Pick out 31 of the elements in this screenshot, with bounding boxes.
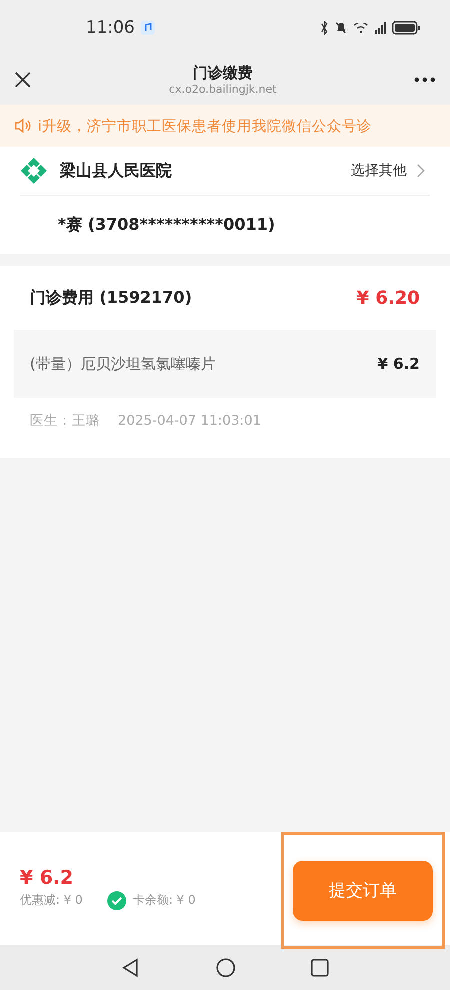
muted-bell-icon [335, 22, 347, 34]
wifi-icon [353, 22, 369, 32]
card-balance-text: 卡余额: ¥ 0 [132, 892, 196, 909]
bluetooth-icon [321, 20, 329, 34]
checkbox[interactable] [106, 890, 127, 910]
patient-info: *赛 (3708**********0011) [57, 214, 276, 236]
battery-icon [392, 20, 420, 34]
item-price: ¥ 6.2 [378, 355, 420, 373]
choose-other-link[interactable]: 选择其他 [351, 162, 430, 180]
total-amount: ¥ 6.2 [20, 866, 74, 888]
close-icon[interactable] [14, 71, 32, 89]
signal-icon [375, 22, 386, 34]
page-title: 门诊缴费 [193, 64, 253, 83]
discount-text: 优惠减: ¥ 0 [20, 892, 83, 909]
home-icon[interactable] [216, 958, 236, 978]
notice-text: i升级，济宁市职工医保患者使用我院微信公众号诊 [38, 118, 372, 136]
doctor-name: 医生：王璐 [30, 412, 100, 430]
music-app-icon [141, 20, 155, 34]
speaker-icon [14, 118, 32, 134]
chevron-right-icon [417, 164, 426, 178]
page-url: cx.o2o.bailingjk.net [169, 83, 277, 96]
visit-time: 2025-04-07 11:03:01 [118, 413, 262, 429]
fee-title: 门诊费用 (1592170) [30, 288, 192, 308]
hospital-logo-icon [20, 157, 48, 185]
more-icon[interactable] [414, 77, 436, 83]
back-icon[interactable] [121, 958, 141, 978]
item-name: (带量）厄贝沙坦氢氯噻嗪片 [30, 354, 216, 374]
fee-total: ¥ 6.20 [356, 288, 420, 308]
recents-icon[interactable] [311, 958, 329, 976]
status-time: 11:06 [86, 18, 135, 38]
hospital-name: 梁山县人民医院 [60, 160, 172, 182]
